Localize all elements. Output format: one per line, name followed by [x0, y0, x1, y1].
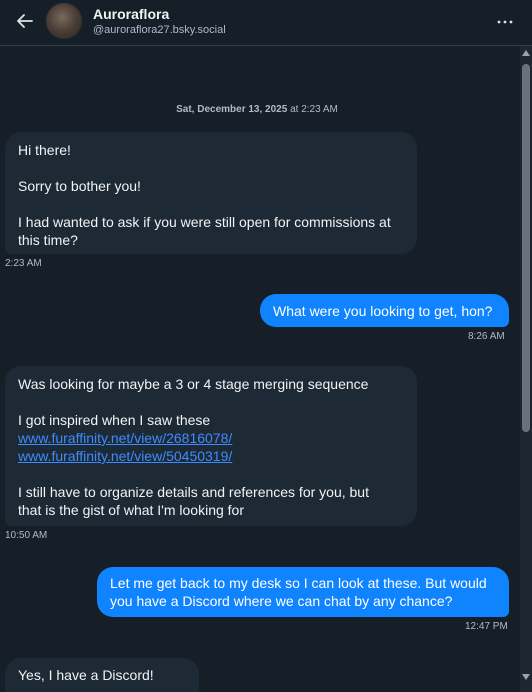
arrow-left-icon — [17, 14, 33, 28]
scroll-down-icon[interactable] — [522, 674, 530, 680]
avatar[interactable] — [46, 3, 82, 39]
ellipsis-icon — [497, 20, 513, 24]
scroll-up-icon[interactable] — [522, 50, 530, 56]
message-timestamp: 12:47 PM — [465, 621, 508, 632]
message-bubble-incoming[interactable]: Was looking for maybe a 3 or 4 stage mer… — [5, 366, 417, 526]
conversation-header: Auroraflora @auroraflora27.bsky.social — [0, 0, 532, 46]
scrollbar[interactable] — [520, 46, 532, 692]
message-bubble-outgoing[interactable]: Let me get back to my desk so I can look… — [97, 567, 509, 617]
profile-name[interactable]: Auroraflora — [93, 6, 169, 22]
scrollbar-thumb[interactable] — [522, 64, 530, 432]
message-link[interactable]: www.furaffinity.net/view/26816078/ — [18, 429, 404, 447]
message-bubble-incoming[interactable]: Yes, I have a Discord! — [5, 658, 199, 692]
message-list[interactable]: Sat, December 13, 2025 at 2:23 AM Hi the… — [0, 46, 520, 692]
message-bubble-outgoing[interactable]: What were you looking to get, hon? — [260, 294, 509, 327]
message-link[interactable]: www.furaffinity.net/view/50450319/ — [18, 447, 404, 465]
date-separator: Sat, December 13, 2025 at 2:23 AM — [176, 104, 338, 115]
back-button[interactable] — [12, 8, 38, 34]
profile-handle: @auroraflora27.bsky.social — [93, 24, 226, 36]
more-options-button[interactable] — [496, 14, 514, 30]
message-timestamp: 2:23 AM — [5, 258, 42, 269]
message-timestamp: 8:26 AM — [468, 331, 505, 342]
message-timestamp: 10:50 AM — [5, 530, 48, 541]
message-bubble-incoming[interactable]: Hi there! Sorry to bother you! I had wan… — [5, 132, 417, 254]
